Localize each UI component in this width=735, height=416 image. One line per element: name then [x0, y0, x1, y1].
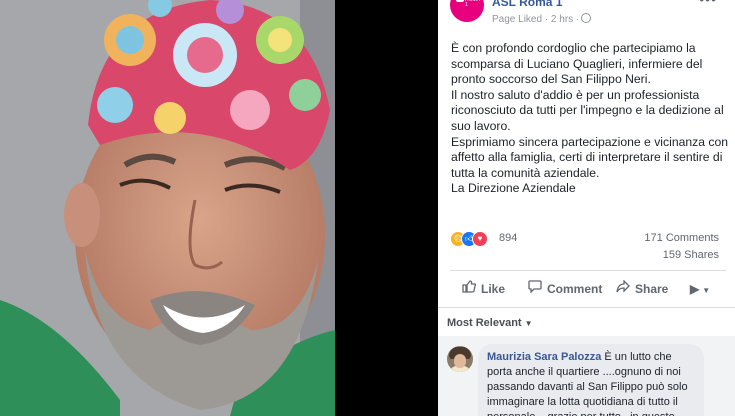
- divider: [450, 270, 726, 271]
- post-meta-text: Page Liked · 2 hrs ·: [492, 14, 580, 25]
- commenter-avatar[interactable]: [447, 346, 473, 372]
- speech-bubble-icon: [528, 278, 542, 300]
- love-reaction-icon: ♥: [472, 231, 488, 247]
- photo-illustration: [0, 0, 335, 416]
- post-header: ASL ROMA 1 ASL Roma 1 Page Liked · 2 hrs…: [438, 0, 735, 30]
- logo-mark-icon: [456, 0, 464, 2]
- comment-sort-dropdown[interactable]: Most Relevant ▼: [447, 317, 533, 329]
- share-arrow-icon: [616, 278, 630, 300]
- post-meta: Page Liked · 2 hrs ·: [492, 13, 592, 25]
- post-paragraph: Il nostro saluto d'addio è per un profes…: [451, 87, 724, 133]
- like-label: Like: [481, 282, 506, 296]
- comment-button[interactable]: Comment: [528, 278, 602, 300]
- chevron-down-icon: ▼: [702, 286, 711, 295]
- comment-bubble: Maurizia Sara Palozza È un lutto che por…: [478, 344, 704, 416]
- photo-viewer: [0, 0, 436, 416]
- divider: [438, 307, 735, 308]
- post-signature: La Direzione Aziendale: [451, 181, 576, 196]
- post-paragraph: È con profondo cordoglio che partecipiam…: [451, 41, 703, 87]
- more-options-icon[interactable]: •••: [699, 0, 717, 7]
- shares-count-link[interactable]: 159 Shares: [559, 249, 719, 261]
- post-panel: ASL ROMA 1 ASL Roma 1 Page Liked · 2 hrs…: [438, 0, 735, 416]
- page-name-link[interactable]: ASL Roma 1: [492, 0, 562, 9]
- post-actions: Like Comment Share ▶ ▼: [438, 278, 735, 300]
- post-text: È con profondo cordoglio che partecipiam…: [451, 41, 733, 197]
- post-paragraph: Esprimiamo sincera partecipazione e vici…: [451, 134, 729, 180]
- share-button[interactable]: Share: [616, 278, 668, 300]
- reaction-count: 894: [499, 232, 518, 244]
- comment-author-link[interactable]: Maurizia Sara Palozza: [487, 351, 601, 363]
- share-label: Share: [635, 282, 669, 296]
- profile-mini-icon: ▶: [690, 282, 700, 296]
- audience-selector[interactable]: ▶ ▼: [690, 278, 710, 300]
- post-photo[interactable]: [0, 0, 335, 416]
- chevron-down-icon: ▼: [524, 319, 533, 328]
- thumbs-up-icon: [462, 278, 477, 300]
- avatar-logo-text: ASL ROMA 1: [465, 0, 480, 8]
- globe-icon: [581, 13, 592, 23]
- comment-label: Comment: [547, 282, 603, 296]
- sort-label: Most Relevant: [447, 317, 522, 329]
- comments-count-link[interactable]: 171 Comments: [559, 232, 719, 244]
- like-button[interactable]: Like: [462, 278, 505, 300]
- comment-list: Maurizia Sara Palozza È un lutto che por…: [438, 336, 735, 416]
- page-avatar[interactable]: ASL ROMA 1: [450, 0, 484, 22]
